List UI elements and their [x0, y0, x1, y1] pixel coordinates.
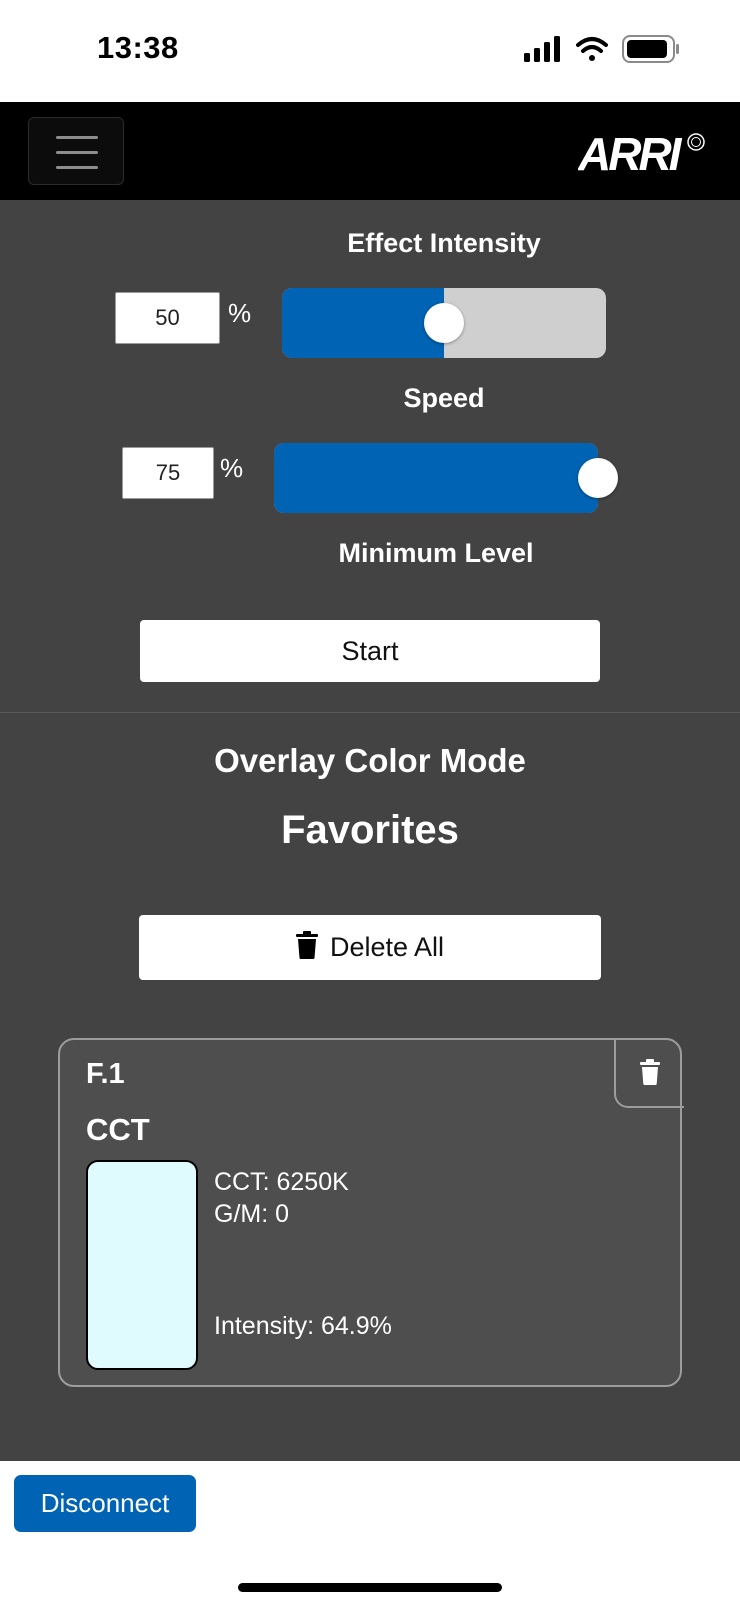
favorite-card[interactable]: F.1 CCT CCT: 6250K G/M: 0 Intensity: 64.…	[58, 1038, 684, 1387]
speed-input[interactable]: 75	[122, 447, 214, 499]
top-navbar: ARRI	[0, 102, 740, 200]
trash-icon	[640, 1059, 660, 1085]
favorites-title: Favorites	[281, 808, 459, 852]
delete-all-button[interactable]: Delete All	[139, 915, 601, 980]
status-icons	[524, 35, 679, 63]
section-divider	[0, 712, 740, 713]
effect-intensity-unit: %	[228, 298, 252, 328]
trash-icon	[295, 931, 318, 959]
hamburger-menu-button[interactable]	[28, 117, 124, 185]
delete-all-label: Delete All	[329, 932, 445, 962]
speed-slider-thumb[interactable]	[578, 458, 618, 498]
speed-unit: %	[220, 453, 244, 483]
effect-intensity-slider-thumb[interactable]	[424, 303, 464, 343]
minimum-level-label: Minimum Level	[338, 538, 534, 568]
effect-intensity-label: Effect Intensity	[347, 228, 541, 258]
effect-intensity-slider-fill	[282, 288, 444, 358]
start-button[interactable]: Start	[140, 620, 600, 682]
home-indicator	[238, 1583, 502, 1592]
signal-icon	[524, 36, 560, 62]
favorite-intensity: Intensity: 64.9%	[214, 1312, 392, 1340]
effect-intensity-input[interactable]: 50	[115, 292, 220, 344]
favorite-cct: CCT: 6250K	[214, 1168, 349, 1196]
favorite-gm: G/M: 0	[214, 1200, 290, 1228]
arri-logo: ARRI	[578, 128, 705, 178]
overlay-color-mode-title: Overlay Color Mode	[214, 742, 526, 779]
bottom-bar: Disconnect	[0, 1461, 740, 1604]
favorite-type: CCT	[86, 1112, 150, 1147]
battery-icon	[622, 35, 679, 63]
status-time: 13:38	[97, 30, 179, 65]
speed-slider[interactable]	[274, 443, 598, 513]
speed-slider-fill	[274, 443, 598, 513]
favorite-delete-button[interactable]	[614, 1038, 684, 1108]
color-swatch	[86, 1160, 198, 1370]
favorite-id: F.1	[86, 1058, 125, 1090]
wifi-icon	[576, 37, 608, 61]
svg-text:ARRI: ARRI	[578, 128, 683, 178]
disconnect-button[interactable]: Disconnect	[14, 1475, 196, 1532]
status-bar: 13:38	[0, 0, 740, 102]
speed-label: Speed	[403, 383, 485, 413]
